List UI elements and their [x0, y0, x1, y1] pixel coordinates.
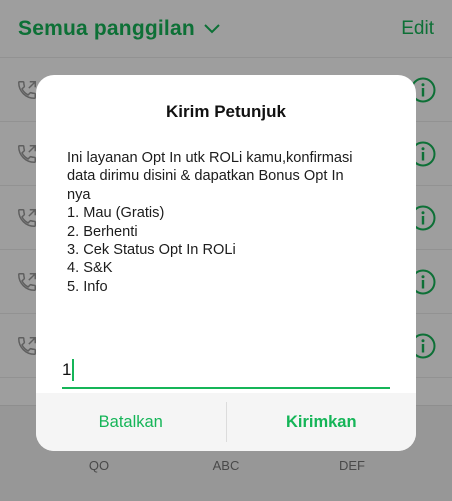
reply-input-container: [62, 353, 390, 389]
dialog-title: Kirim Petunjuk: [166, 102, 286, 121]
reply-input[interactable]: [62, 355, 390, 385]
message-line: 3. Cek Status Opt In ROLi: [67, 242, 236, 259]
dialog-message: Ini layanan Opt In utk ROLi kamu,konfirm…: [67, 149, 397, 296]
message-line: nya: [67, 186, 91, 203]
message-line: 1. Mau (Gratis): [67, 205, 165, 222]
message-line: 4. S&K: [67, 260, 113, 277]
dialog-actions: Batalkan Kirimkan: [36, 393, 416, 451]
send-button[interactable]: Kirimkan: [227, 393, 417, 451]
message-line: data dirimu disini & dapatkan Bonus Opt …: [67, 168, 344, 185]
message-line: Ini layanan Opt In utk ROLi kamu,konfirm…: [67, 150, 353, 166]
message-line: 5. Info: [67, 278, 108, 295]
message-line: 2. Berhenti: [67, 223, 138, 240]
text-caret: [72, 359, 74, 381]
send-instruction-dialog: Kirim Petunjuk Ini layanan Opt In utk RO…: [36, 75, 416, 451]
cancel-button[interactable]: Batalkan: [36, 393, 226, 451]
